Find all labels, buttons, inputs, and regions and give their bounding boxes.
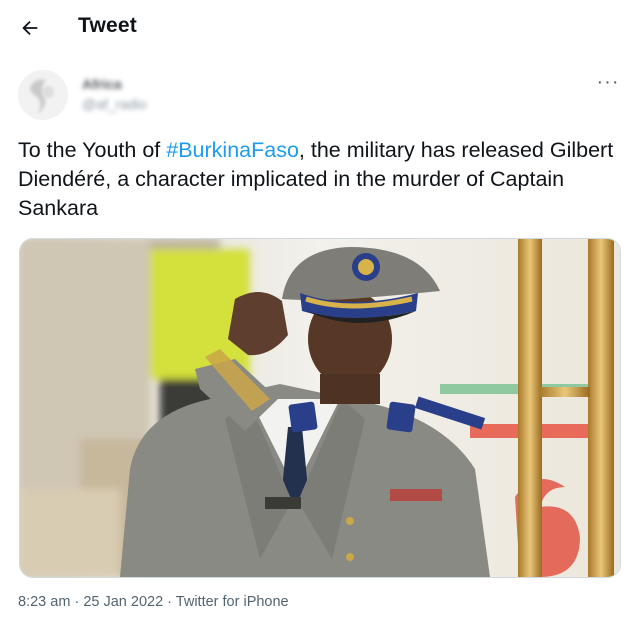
tweet-source[interactable]: Twitter for iPhone <box>176 594 289 610</box>
meta-separator: · <box>167 594 173 610</box>
meta-separator: · <box>74 594 80 610</box>
tweet-author: Africa @af_radio ··· <box>18 66 624 122</box>
avatar[interactable] <box>18 70 68 120</box>
tweet-meta: 8:23 am · 25 Jan 2022 · Twitter for iPho… <box>18 594 289 610</box>
tweet-text-start: To the Youth of <box>18 138 167 162</box>
author-handle[interactable]: @af_radio <box>82 96 147 112</box>
back-button[interactable] <box>18 16 42 40</box>
hashtag-link[interactable]: #BurkinaFaso <box>166 138 299 162</box>
arrow-left-icon <box>22 20 38 36</box>
avatar-image <box>18 70 68 120</box>
author-name[interactable]: Africa <box>82 76 122 92</box>
tweet-time[interactable]: 8:23 am <box>18 594 70 610</box>
more-options-button[interactable]: ··· <box>596 70 620 93</box>
page-title: Tweet <box>78 14 137 37</box>
tweet-media-photo[interactable] <box>19 238 621 578</box>
photo-illustration <box>20 239 620 577</box>
tweet-date[interactable]: 25 Jan 2022 <box>83 594 163 610</box>
top-bar: Tweet <box>0 0 640 56</box>
tweet-text: To the Youth of #BurkinaFaso, the milita… <box>18 136 628 223</box>
more-options-icon: ··· <box>596 70 620 93</box>
